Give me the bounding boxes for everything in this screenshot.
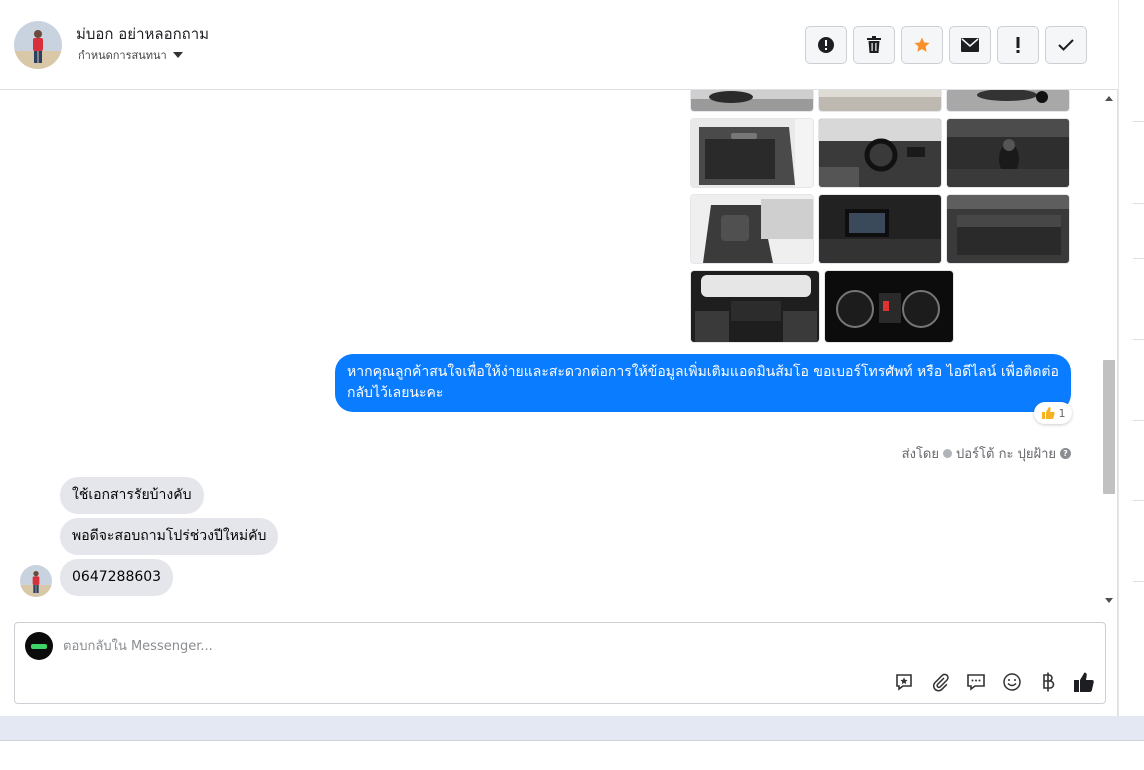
chat-bubble-icon[interactable]: [965, 671, 987, 693]
car-photo-thumbnail[interactable]: [946, 90, 1070, 112]
page-avatar: [25, 632, 53, 660]
car-photo-thumbnail[interactable]: [818, 118, 942, 188]
contact-avatar[interactable]: [14, 21, 62, 69]
mark-spam-button[interactable]: [805, 26, 847, 64]
outgoing-message-bubble[interactable]: หากคุณลูกค้าสนใจเพื่อให้ง่ายและสะดวกต่อก…: [335, 354, 1071, 412]
assign-conversation-dropdown[interactable]: กำหนดการสนทนา: [78, 46, 183, 64]
sender-avatar[interactable]: [20, 565, 52, 597]
car-photo-thumbnail[interactable]: [946, 118, 1070, 188]
message-thread: หากคุณลูกค้าสนใจเพื่อให้ง่ายและสะดวกต่อก…: [0, 90, 1100, 610]
right-side-strip: [1118, 0, 1144, 716]
mark-unread-button[interactable]: [949, 26, 991, 64]
contact-name: ม่บอก อย่าหลอกถาม: [76, 25, 210, 43]
trash-icon: [867, 36, 881, 53]
help-icon[interactable]: ?: [1060, 448, 1071, 459]
message-reaction[interactable]: 1: [1034, 402, 1072, 424]
star-icon: [914, 37, 930, 52]
mark-done-button[interactable]: [1045, 26, 1087, 64]
saved-reply-icon[interactable]: [893, 671, 915, 693]
car-photo-thumbnail[interactable]: [818, 90, 942, 112]
caret-down-icon: [172, 52, 183, 58]
car-photo-thumbnail[interactable]: [690, 90, 814, 112]
envelope-icon: [961, 38, 979, 52]
bottom-band: [0, 716, 1144, 740]
thumbs-up-icon[interactable]: [1073, 671, 1095, 693]
follow-up-button[interactable]: [997, 26, 1039, 64]
bottom-divider: [0, 740, 1144, 741]
sent-by-name: ปอร์โต้ กะ ปุยฝ้าย: [956, 447, 1056, 462]
sent-by-label: ส่งโดย: [901, 447, 939, 462]
checkmark-icon: [1058, 39, 1074, 51]
reply-input[interactable]: [63, 635, 1043, 657]
emoji-icon[interactable]: [1001, 671, 1023, 693]
thread-scrollbar[interactable]: [1101, 90, 1117, 610]
reply-composer: [14, 622, 1106, 704]
verified-dot-icon: [943, 449, 952, 458]
attachment-icon[interactable]: [929, 671, 951, 693]
car-photo-thumbnail[interactable]: [690, 194, 814, 264]
alert-circle-icon: [818, 37, 834, 53]
assign-label: กำหนดการสนทนา: [78, 49, 167, 62]
conversation-header: ม่บอก อย่าหลอกถาม กำหนดการสนทนา: [0, 0, 1118, 90]
header-actions: [805, 26, 1087, 64]
baht-icon[interactable]: [1037, 671, 1059, 693]
sent-by-info: ส่งโดย ปอร์โต้ กะ ปุยฝ้าย ?: [902, 443, 1071, 464]
car-photo-thumbnail[interactable]: [690, 270, 820, 343]
delete-button[interactable]: [853, 26, 895, 64]
scroll-down-arrow-icon[interactable]: [1105, 598, 1113, 603]
car-photo-thumbnail[interactable]: [824, 270, 954, 343]
star-button[interactable]: [901, 26, 943, 64]
thumbs-up-reaction-icon: [1041, 407, 1055, 419]
exclamation-icon: [1016, 37, 1020, 53]
reaction-count: 1: [1058, 406, 1066, 420]
incoming-message-bubble[interactable]: ใช้เอกสารรัยบ้างคับ: [60, 477, 204, 514]
scroll-up-arrow-icon[interactable]: [1105, 96, 1113, 101]
car-photo-thumbnail[interactable]: [690, 118, 814, 188]
incoming-message-bubble[interactable]: พอดีจะสอบถามโปร่ช่วงปีใหม่คับ: [60, 518, 279, 555]
composer-tools: [893, 671, 1095, 693]
car-photo-thumbnail[interactable]: [818, 194, 942, 264]
car-photo-thumbnail[interactable]: [946, 194, 1070, 264]
incoming-message-bubble[interactable]: 0647288603: [60, 559, 174, 596]
scroll-thumb[interactable]: [1103, 360, 1115, 494]
